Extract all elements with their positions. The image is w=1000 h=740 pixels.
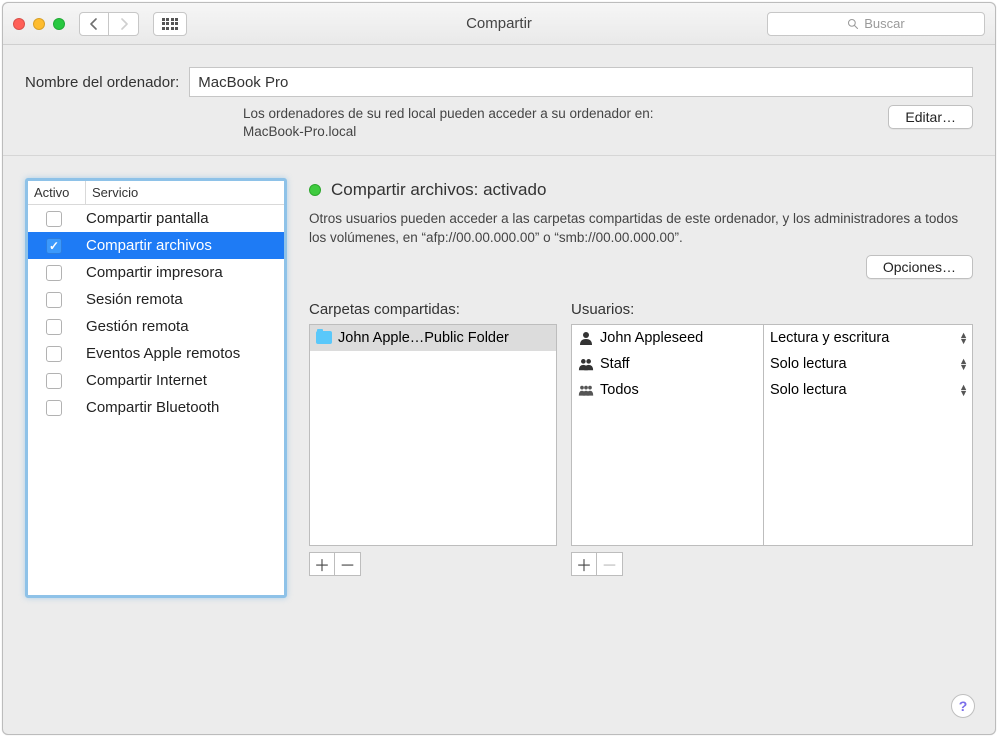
help-button[interactable]: ? bbox=[951, 694, 975, 718]
users-list[interactable]: John Appleseed Staff Todos bbox=[571, 324, 763, 546]
services-header-service: Servicio bbox=[86, 181, 284, 204]
detail-panel: Compartir archivos: activado Otros usuar… bbox=[309, 178, 973, 575]
service-label: Compartir Bluetooth bbox=[86, 399, 219, 416]
service-label: Compartir pantalla bbox=[86, 210, 209, 227]
service-row[interactable]: Compartir Bluetooth bbox=[28, 394, 284, 421]
service-checkbox[interactable] bbox=[46, 265, 62, 281]
nav-buttons bbox=[79, 12, 139, 36]
service-row[interactable]: Gestión remota bbox=[28, 313, 284, 340]
minimize-icon[interactable] bbox=[33, 18, 45, 30]
add-folder-button[interactable]: ＋ bbox=[309, 552, 335, 576]
permission-label: Solo lectura bbox=[770, 382, 847, 398]
stepper-icon[interactable]: ▲▼ bbox=[959, 358, 968, 370]
user-row[interactable]: Staff bbox=[572, 351, 763, 377]
forward-button[interactable] bbox=[109, 12, 139, 36]
stepper-icon[interactable]: ▲▼ bbox=[959, 332, 968, 344]
remove-folder-button[interactable]: － bbox=[335, 552, 361, 576]
service-label: Compartir impresora bbox=[86, 264, 223, 281]
chevron-right-icon bbox=[119, 18, 129, 30]
service-checkbox[interactable] bbox=[46, 346, 62, 362]
back-button[interactable] bbox=[79, 12, 109, 36]
shared-folders-label: Carpetas compartidas: bbox=[309, 301, 557, 318]
services-header-active: Activo bbox=[28, 181, 86, 204]
computer-name-field[interactable] bbox=[189, 67, 973, 97]
service-row[interactable]: Compartir archivos bbox=[28, 232, 284, 259]
chevron-left-icon bbox=[89, 18, 99, 30]
user-name: John Appleseed bbox=[600, 330, 703, 346]
service-row[interactable]: Compartir Internet bbox=[28, 367, 284, 394]
service-label: Compartir archivos bbox=[86, 237, 212, 254]
permission-label: Solo lectura bbox=[770, 356, 847, 372]
main-area: Activo Servicio Compartir pantalla Compar… bbox=[3, 156, 995, 734]
computer-name-label: Nombre del ordenador: bbox=[25, 74, 179, 91]
service-checkbox[interactable] bbox=[46, 400, 62, 416]
service-label: Eventos Apple remotos bbox=[86, 345, 240, 362]
edit-button[interactable]: Editar… bbox=[888, 105, 973, 129]
permissions-list[interactable]: Lectura y escritura▲▼Solo lectura▲▼Solo … bbox=[763, 324, 973, 546]
status-dot-icon bbox=[309, 184, 321, 196]
users-icon bbox=[578, 357, 594, 371]
user-row[interactable]: John Appleseed bbox=[572, 325, 763, 351]
everyone-icon bbox=[578, 383, 594, 397]
users-column: Usuarios: John Appleseed Staff Todos Lectu… bbox=[571, 301, 973, 576]
user-name: Staff bbox=[600, 356, 630, 372]
grid-icon bbox=[162, 18, 179, 30]
service-label: Sesión remota bbox=[86, 291, 183, 308]
computer-name-description: Los ordenadores de su red local pueden a… bbox=[243, 105, 874, 141]
folder-row[interactable]: John Apple…Public Folder bbox=[310, 325, 556, 351]
service-label: Compartir Internet bbox=[86, 372, 207, 389]
service-row[interactable]: Eventos Apple remotos bbox=[28, 340, 284, 367]
shared-folders-list[interactable]: John Apple…Public Folder bbox=[309, 324, 557, 546]
service-checkbox[interactable] bbox=[46, 292, 62, 308]
user-name: Todos bbox=[600, 382, 639, 398]
search-placeholder: Buscar bbox=[864, 16, 904, 31]
window-controls bbox=[13, 18, 65, 30]
service-checkbox[interactable] bbox=[46, 373, 62, 389]
service-checkbox[interactable] bbox=[46, 319, 62, 335]
options-button[interactable]: Opciones… bbox=[866, 255, 973, 279]
permission-label: Lectura y escritura bbox=[770, 330, 889, 346]
service-label: Gestión remota bbox=[86, 318, 189, 335]
services-header: Activo Servicio bbox=[28, 181, 284, 205]
titlebar: Compartir Buscar bbox=[3, 3, 995, 45]
search-input[interactable]: Buscar bbox=[767, 12, 985, 36]
user-icon bbox=[578, 331, 594, 345]
permission-row[interactable]: Solo lectura ▲▼ bbox=[764, 351, 972, 377]
service-checkbox[interactable] bbox=[46, 238, 62, 254]
remove-user-button[interactable]: － bbox=[597, 552, 623, 576]
computer-name-section: Nombre del ordenador: Los ordenadores de… bbox=[3, 45, 995, 156]
permission-row[interactable]: Solo lectura ▲▼ bbox=[764, 377, 972, 403]
show-all-button[interactable] bbox=[153, 12, 187, 36]
users-label: Usuarios: bbox=[571, 301, 973, 318]
permission-row[interactable]: Lectura y escritura ▲▼ bbox=[764, 325, 972, 351]
folder-icon bbox=[316, 331, 332, 344]
zoom-icon[interactable] bbox=[53, 18, 65, 30]
status-title: Compartir archivos: activado bbox=[331, 180, 546, 200]
sharing-preferences-window: Compartir Buscar Nombre del ordenador: L… bbox=[2, 2, 996, 735]
service-row[interactable]: Compartir pantalla bbox=[28, 205, 284, 232]
folder-name: John Apple…Public Folder bbox=[338, 330, 509, 346]
service-row[interactable]: Compartir impresora bbox=[28, 259, 284, 286]
service-row[interactable]: Sesión remota bbox=[28, 286, 284, 313]
close-icon[interactable] bbox=[13, 18, 25, 30]
search-icon bbox=[847, 18, 859, 30]
add-user-button[interactable]: ＋ bbox=[571, 552, 597, 576]
shared-folders-column: Carpetas compartidas: John Apple…Public … bbox=[309, 301, 557, 576]
service-checkbox[interactable] bbox=[46, 211, 62, 227]
services-list[interactable]: Activo Servicio Compartir pantalla Compar… bbox=[25, 178, 287, 598]
user-row[interactable]: Todos bbox=[572, 377, 763, 403]
status-description: Otros usuarios pueden acceder a las carp… bbox=[309, 210, 973, 246]
stepper-icon[interactable]: ▲▼ bbox=[959, 384, 968, 396]
